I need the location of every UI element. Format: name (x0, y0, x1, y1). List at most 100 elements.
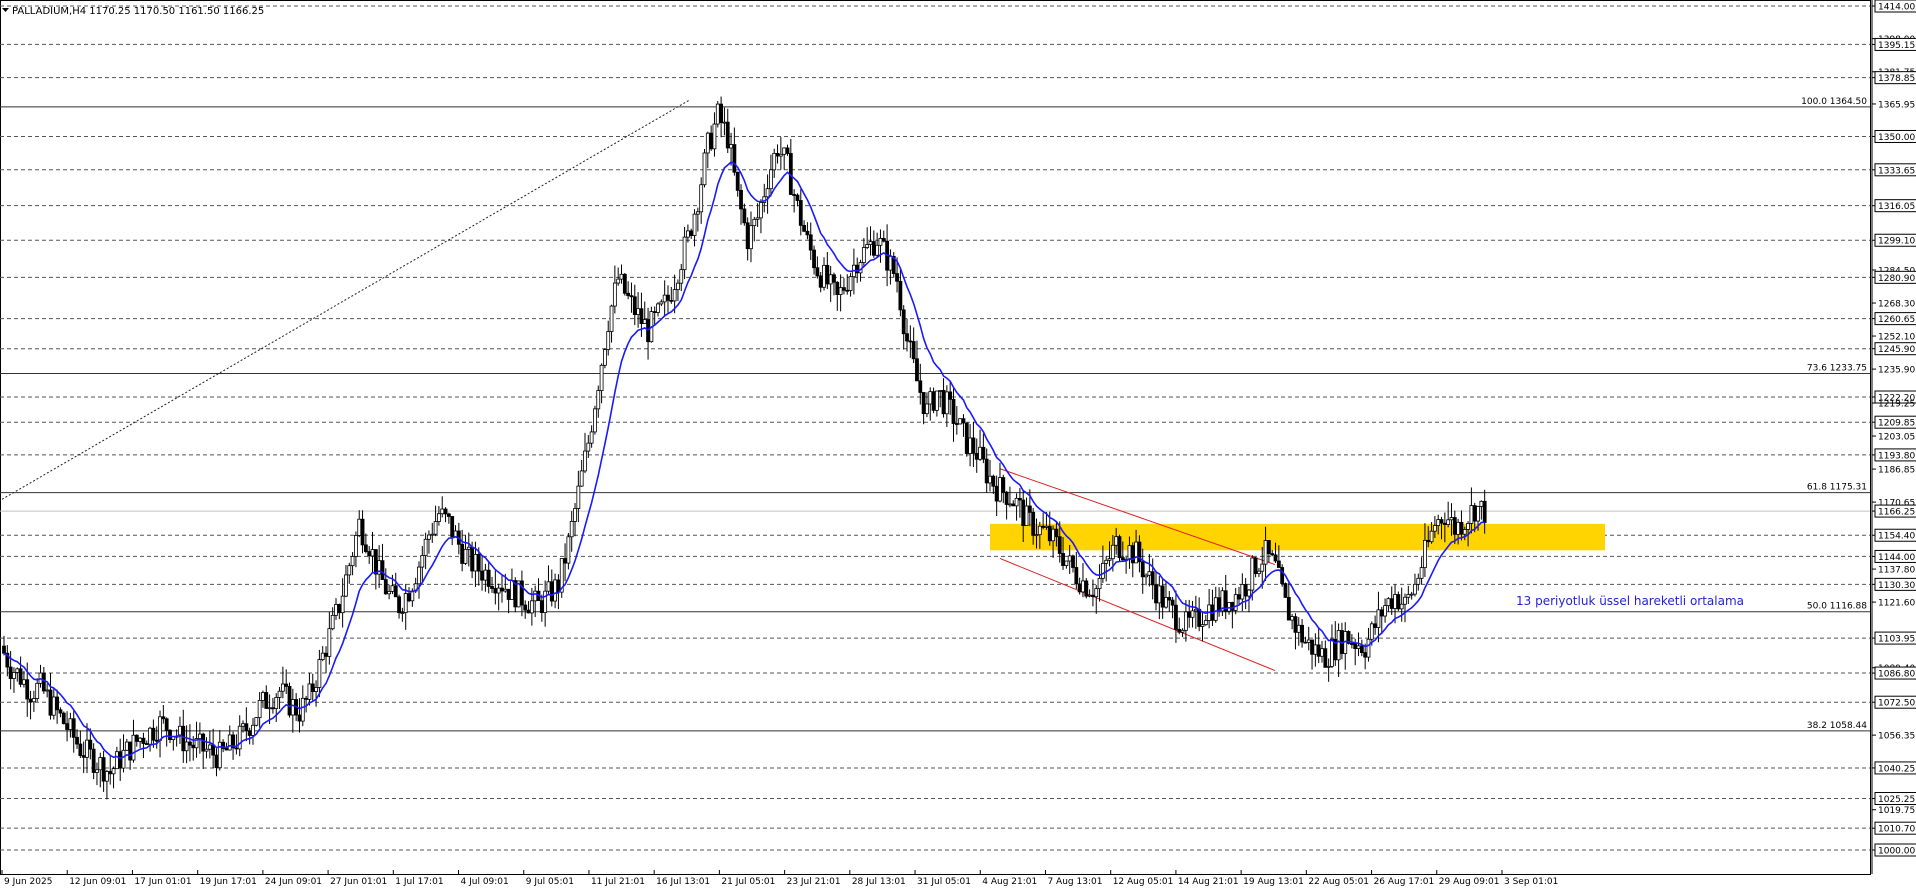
candle (702, 149, 707, 188)
candle (350, 551, 355, 576)
candle-body (320, 652, 325, 660)
candle (31, 690, 36, 712)
candle (201, 732, 206, 769)
candle-body (1004, 491, 1009, 505)
candle (951, 388, 956, 442)
candle (1140, 548, 1145, 594)
candle-body (549, 581, 554, 602)
time-tick-label: 3 Sep 01:01 (1504, 877, 1558, 887)
candle-body (1383, 605, 1387, 617)
candle-body (636, 308, 641, 315)
candle (1330, 624, 1334, 668)
candle-body (363, 544, 368, 552)
candle-body (652, 311, 657, 313)
candle (782, 147, 787, 170)
candle-body (1250, 557, 1255, 591)
time-tick-label: 4 Jul 09:01 (461, 877, 509, 887)
candle-body (583, 450, 587, 472)
price-chart[interactable]: 100.0 1364.50 73.6 1233.75 61.8 1175.31 50.… (0, 0, 1916, 888)
candle (1160, 577, 1165, 619)
candle (941, 378, 946, 418)
time-tick-label: 14 Aug 21:01 (1178, 877, 1239, 887)
candle (1419, 557, 1424, 585)
candle (154, 726, 159, 749)
candle-body (709, 132, 714, 150)
candle-body (539, 600, 544, 613)
horizontal-levels (0, 0, 1871, 875)
candle (148, 726, 152, 752)
candle (692, 209, 697, 247)
candle-body (1300, 624, 1304, 643)
candle-body (1134, 541, 1138, 564)
candle-body (154, 739, 159, 742)
candle (1094, 584, 1099, 614)
candle-body (1024, 505, 1029, 526)
candle (719, 96, 724, 138)
candle-body (446, 513, 451, 517)
candle (732, 127, 737, 176)
price-tick-label: 1186.85 (1878, 466, 1915, 476)
candle-body (1044, 525, 1049, 528)
candle (934, 390, 939, 417)
candle-body (785, 147, 790, 154)
candle-body (337, 604, 342, 614)
candle-body (1393, 594, 1397, 609)
candle (742, 203, 747, 226)
candle (543, 580, 548, 627)
candle-body (951, 398, 956, 424)
candle-body (380, 560, 385, 580)
candle-body (383, 579, 388, 595)
candle-body (818, 275, 823, 288)
candle (1097, 564, 1102, 602)
candle (310, 673, 315, 703)
candle (1207, 588, 1212, 629)
candle-body (828, 274, 833, 285)
candle (596, 385, 601, 418)
candle-body (994, 485, 999, 502)
candle-body (1130, 545, 1135, 564)
candle (609, 304, 614, 343)
candle (765, 174, 770, 214)
candle (1446, 501, 1451, 528)
candle (1011, 500, 1016, 507)
candle-body (55, 696, 60, 711)
candle (158, 710, 162, 758)
candle-body (732, 144, 737, 173)
candle-body (666, 294, 670, 301)
candle-body (496, 587, 501, 594)
candle-body (450, 516, 455, 538)
candle-body (1432, 525, 1437, 532)
candle-body (1396, 594, 1401, 610)
candle-body (1077, 583, 1082, 593)
candle-body (888, 255, 893, 271)
time-tick-label: 4 Aug 21:01 (982, 877, 1037, 887)
candle (1326, 658, 1331, 682)
candle (1243, 578, 1248, 610)
candle (828, 265, 833, 302)
candle (629, 282, 634, 313)
candle-body (1320, 648, 1324, 657)
candle (134, 734, 139, 747)
candle-body (1296, 624, 1301, 633)
candle-body (971, 437, 976, 454)
candle (778, 137, 783, 170)
fib-level-label: 73.6 1233.75 (1807, 363, 1867, 373)
price-tick-label: 1000.00 (1878, 847, 1915, 857)
candle (161, 705, 166, 724)
candle (901, 305, 906, 350)
candle (144, 740, 149, 745)
candle (549, 569, 554, 607)
candle (652, 306, 657, 325)
candle-body (1061, 553, 1065, 566)
candle (659, 299, 664, 307)
candle (1157, 575, 1162, 620)
candle (1253, 556, 1258, 578)
candle-body (1197, 608, 1202, 627)
time-tick-label: 16 Jul 13:01 (656, 877, 710, 887)
candle-body (314, 687, 318, 693)
candle (1177, 617, 1182, 635)
candle (1286, 580, 1291, 621)
candle-body (792, 194, 797, 196)
candle-body (1071, 555, 1075, 568)
channel-lower-line (999, 558, 1276, 672)
